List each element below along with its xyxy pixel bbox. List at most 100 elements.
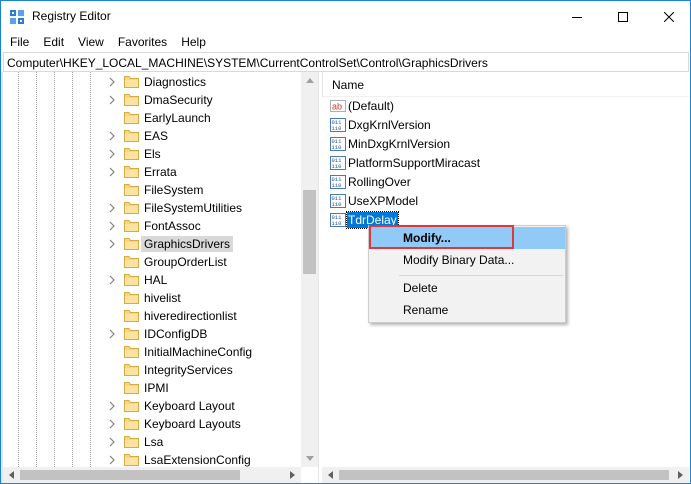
expand-chevron-icon[interactable] <box>107 455 117 465</box>
menu-view[interactable]: View <box>71 32 111 52</box>
value-row[interactable]: 011 110 PlatformSupportMiracast <box>328 154 628 173</box>
tree-item[interactable]: Els <box>3 145 299 163</box>
tree-item[interactable]: Diagnostics <box>3 73 299 91</box>
folder-icon <box>124 310 139 322</box>
tree-item-label: FileSystem <box>144 183 204 197</box>
value-row[interactable]: 011 110 DxgKrnlVersion <box>328 116 628 135</box>
values-scroll-left-icon[interactable] <box>322 467 339 483</box>
expand-chevron-icon[interactable] <box>107 95 117 105</box>
rename-menu-item[interactable]: Rename <box>371 299 565 321</box>
expand-chevron-icon[interactable] <box>107 167 117 177</box>
minimize-button[interactable] <box>554 1 600 32</box>
scroll-up-icon[interactable] <box>301 72 318 89</box>
menu-help[interactable]: Help <box>174 32 213 52</box>
svg-text:110: 110 <box>332 144 342 151</box>
folder-icon <box>124 436 139 448</box>
svg-text:ab: ab <box>332 102 342 112</box>
tree-item[interactable]: GroupOrderList <box>3 253 299 271</box>
maximize-icon <box>618 11 628 22</box>
close-button[interactable] <box>646 1 691 32</box>
value-row[interactable]: ab (Default) <box>328 97 628 116</box>
tree-item-label: IDConfigDB <box>144 327 208 341</box>
folder-icon <box>124 148 139 160</box>
tree-item-label: Keyboard Layout <box>144 399 235 413</box>
key-tree-pane: Diagnostics DmaSecurity EarlyLaunch EAS Els E… <box>3 72 319 483</box>
expand-chevron-icon[interactable] <box>107 77 117 87</box>
value-row[interactable]: 011 110 RollingOver <box>328 173 628 192</box>
tree-horizontal-thumb[interactable] <box>20 470 240 480</box>
tree-item-label: Els <box>144 147 161 161</box>
tree-item-label: Lsa <box>144 435 164 449</box>
tree-item[interactable]: Errata <box>3 163 299 181</box>
values-horizontal-thumb[interactable] <box>339 470 669 480</box>
tree-item[interactable]: FileSystemUtilities <box>3 199 299 217</box>
scroll-right-icon[interactable] <box>284 467 301 483</box>
tree-horizontal-scrollbar[interactable] <box>3 467 301 483</box>
folder-icon <box>124 76 139 88</box>
expand-chevron-icon[interactable] <box>107 221 117 231</box>
value-name: UseXPModel <box>348 194 419 208</box>
tree-item[interactable]: Keyboard Layout <box>3 397 299 415</box>
scroll-down-icon[interactable] <box>301 450 318 467</box>
value-name: RollingOver <box>348 175 411 189</box>
expand-chevron-icon[interactable] <box>107 275 117 285</box>
tree-item-label: Diagnostics <box>144 75 207 89</box>
tree-item[interactable]: FileSystem <box>3 181 299 199</box>
tree-item-label: GroupOrderList <box>144 255 227 269</box>
tree-vertical-scrollbar[interactable] <box>301 72 318 467</box>
tree-item[interactable]: EarlyLaunch <box>3 109 299 127</box>
column-header-name[interactable]: Name <box>322 72 689 97</box>
folder-icon <box>124 130 139 142</box>
menu-file[interactable]: File <box>1 32 36 52</box>
tree-item[interactable]: IDConfigDB <box>3 325 299 343</box>
expand-chevron-icon[interactable] <box>107 239 117 249</box>
expand-chevron-icon[interactable] <box>107 149 117 159</box>
tree-item-label: IPMI <box>144 381 169 395</box>
minimize-icon <box>572 16 582 18</box>
tree-item[interactable]: IPMI <box>3 379 299 397</box>
value-row[interactable]: 011 110 MinDxgKrnlVersion <box>328 135 628 154</box>
expand-chevron-icon[interactable] <box>107 203 117 213</box>
folder-icon <box>124 454 139 466</box>
binary-value-icon: 011110 <box>330 156 346 170</box>
tree-item[interactable]: EAS <box>3 127 299 145</box>
folder-icon <box>124 166 139 178</box>
expand-chevron-icon[interactable] <box>107 437 117 447</box>
folder-icon <box>124 400 139 412</box>
tree-item[interactable]: InitialMachineConfig <box>3 343 299 361</box>
binary-value-icon: 011110 <box>330 118 346 132</box>
modify-binary-menu-item[interactable]: Modify Binary Data... <box>371 249 565 271</box>
value-name: PlatformSupportMiracast <box>348 156 481 170</box>
expand-chevron-icon[interactable] <box>107 329 117 339</box>
folder-icon <box>124 112 139 124</box>
values-horizontal-scrollbar[interactable] <box>322 467 689 483</box>
tree-item[interactable]: Lsa <box>3 433 299 451</box>
folder-icon <box>124 364 139 376</box>
menu-favorites[interactable]: Favorites <box>111 32 174 52</box>
maximize-button[interactable] <box>600 1 646 32</box>
tree-item[interactable]: hivelist <box>3 289 299 307</box>
scroll-left-icon[interactable] <box>3 467 20 483</box>
menu-edit[interactable]: Edit <box>36 32 71 52</box>
folder-icon <box>124 274 139 286</box>
title-bar[interactable]: Registry Editor <box>1 1 690 32</box>
tree-item[interactable]: DmaSecurity <box>3 91 299 109</box>
expand-chevron-icon[interactable] <box>107 419 117 429</box>
folder-icon <box>124 292 139 304</box>
tree-item[interactable]: Keyboard Layouts <box>3 415 299 433</box>
expand-chevron-icon[interactable] <box>107 131 117 141</box>
expand-chevron-icon[interactable] <box>107 401 117 411</box>
address-bar[interactable]: Computer\HKEY_LOCAL_MACHINE\SYSTEM\Curre… <box>3 52 689 72</box>
value-name: MinDxgKrnlVersion <box>348 137 451 151</box>
tree-item-label: FileSystemUtilities <box>144 201 243 215</box>
tree-item[interactable]: FontAssoc <box>3 217 299 235</box>
values-scroll-right-icon[interactable] <box>672 467 689 483</box>
column-header-label: Name <box>332 78 365 92</box>
tree-item[interactable]: hiveredirectionlist <box>3 307 299 325</box>
delete-menu-item[interactable]: Delete <box>371 277 565 299</box>
tree-item[interactable]: IntegrityServices <box>3 361 299 379</box>
value-row[interactable]: 011 110 UseXPModel <box>328 192 628 211</box>
tree-item[interactable]: HAL <box>3 271 299 289</box>
tree-item[interactable]: GraphicsDrivers <box>3 235 299 253</box>
tree-vertical-thumb[interactable] <box>303 190 316 274</box>
